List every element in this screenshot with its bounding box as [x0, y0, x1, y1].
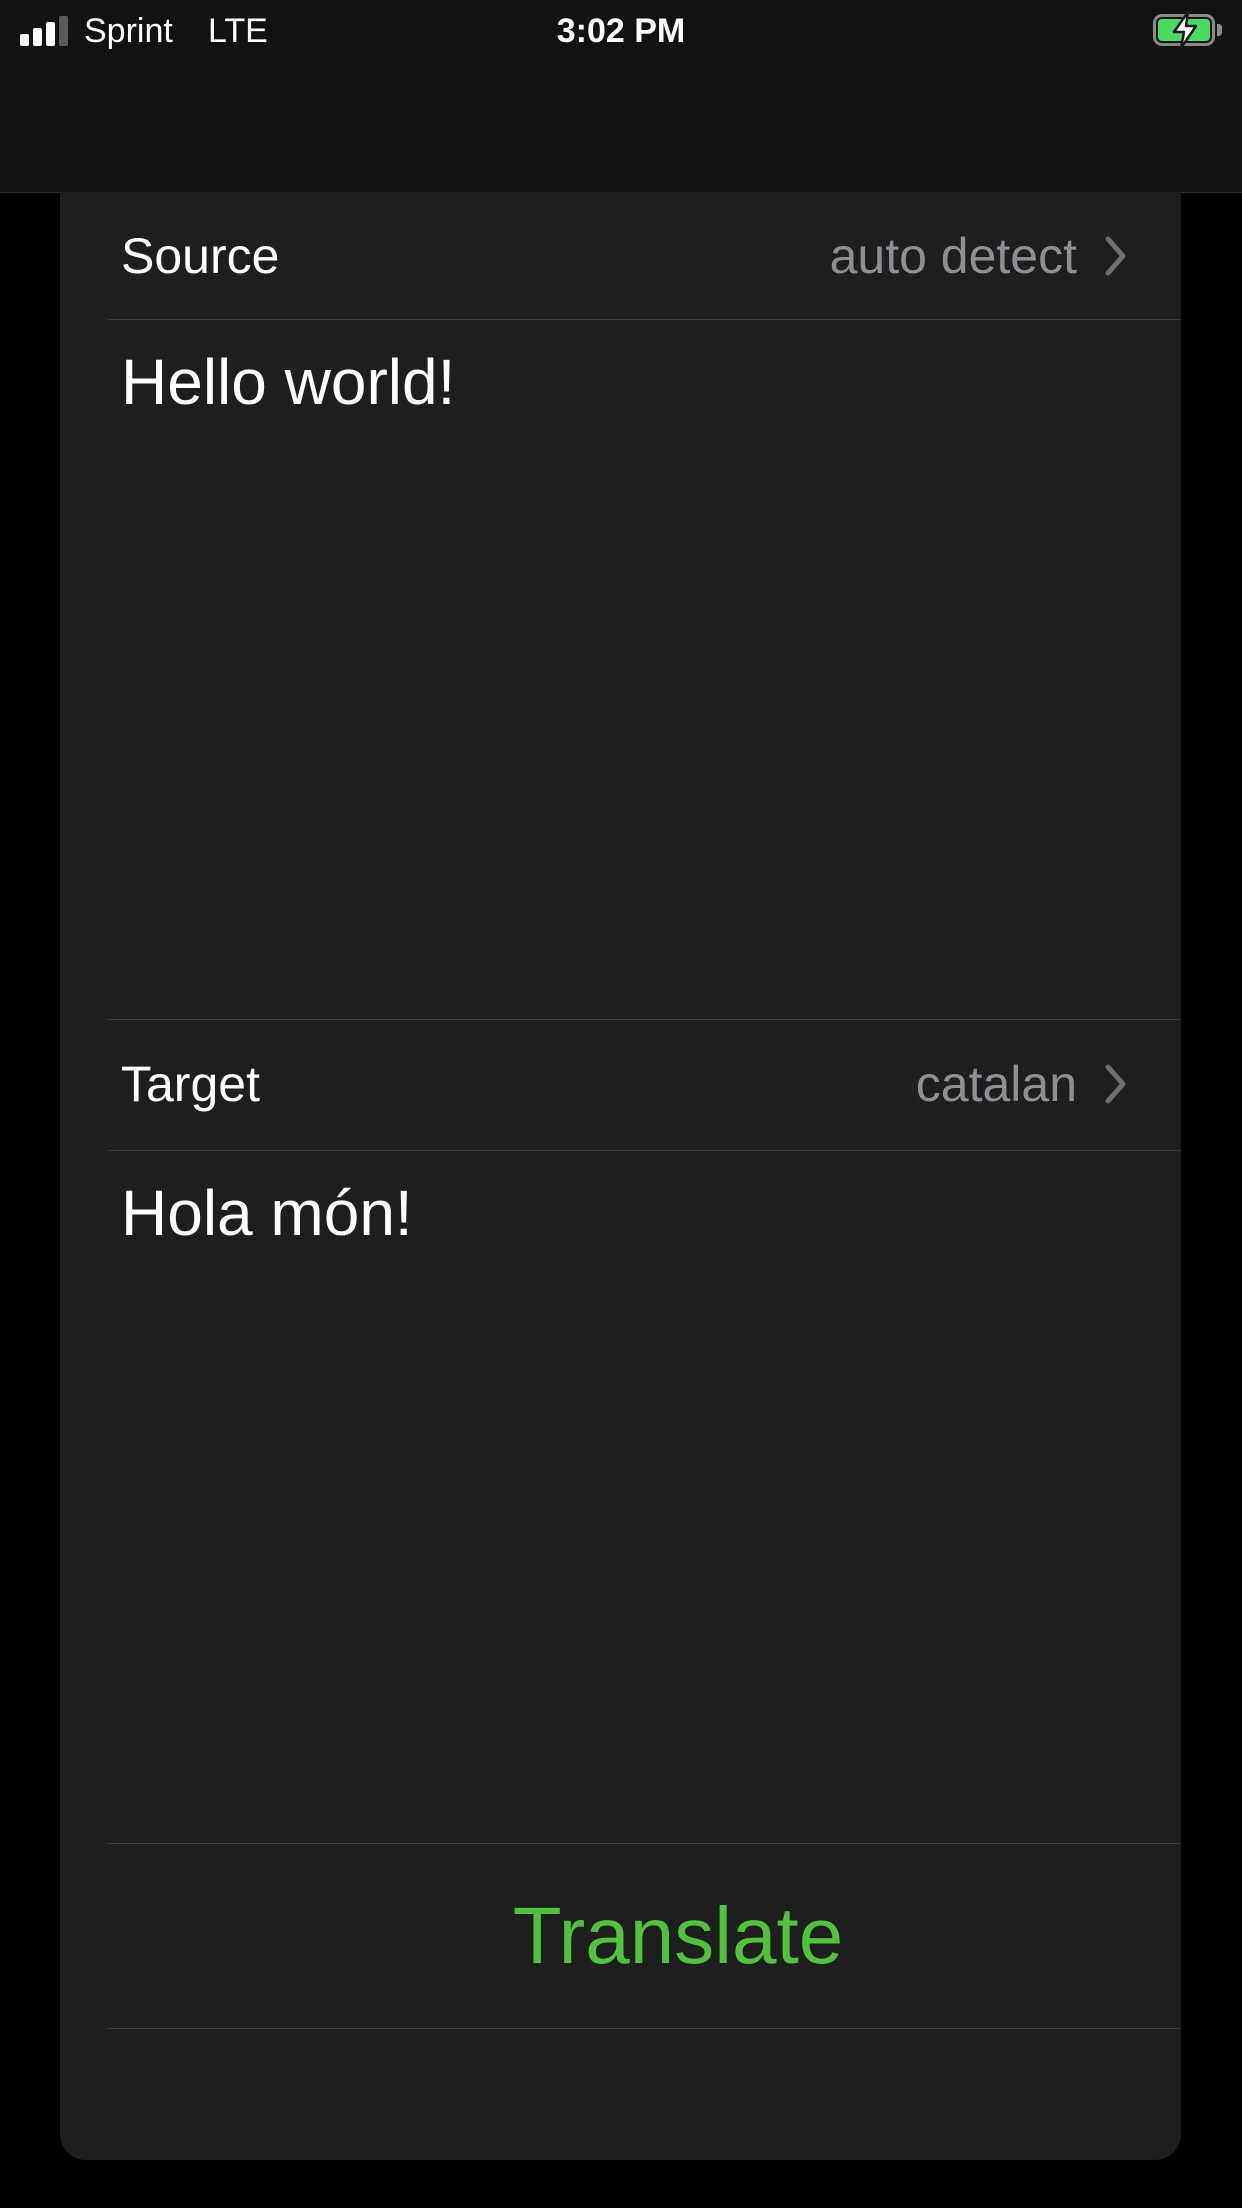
target-text-area[interactable]: Hola món!: [108, 1151, 1181, 1844]
translator-form: Source auto detect Hello world! Target c…: [60, 192, 1181, 2160]
translate-row: Translate: [108, 1844, 1181, 2029]
translate-button[interactable]: Translate: [488, 1876, 868, 1996]
source-text-area[interactable]: Hello world!: [108, 320, 1181, 1020]
source-label: Source: [121, 228, 280, 284]
target-language-value: catalan: [915, 1056, 1077, 1112]
target-text: Hola món!: [121, 1177, 413, 1249]
navigation-bar: Sprint LTE 3:02 PM: [0, 0, 1242, 193]
target-label: Target: [121, 1056, 260, 1112]
chevron-right-icon: [1105, 1064, 1126, 1104]
status-bar: Sprint LTE 3:02 PM: [0, 0, 1242, 62]
target-language-row[interactable]: Target catalan: [108, 1020, 1181, 1151]
source-language-value: auto detect: [829, 228, 1077, 284]
source-language-row[interactable]: Source auto detect: [108, 192, 1181, 320]
battery-charging-icon: [1153, 11, 1222, 49]
chevron-right-icon: [1105, 236, 1126, 276]
source-text: Hello world!: [121, 346, 456, 418]
status-time: 3:02 PM: [556, 12, 686, 50]
